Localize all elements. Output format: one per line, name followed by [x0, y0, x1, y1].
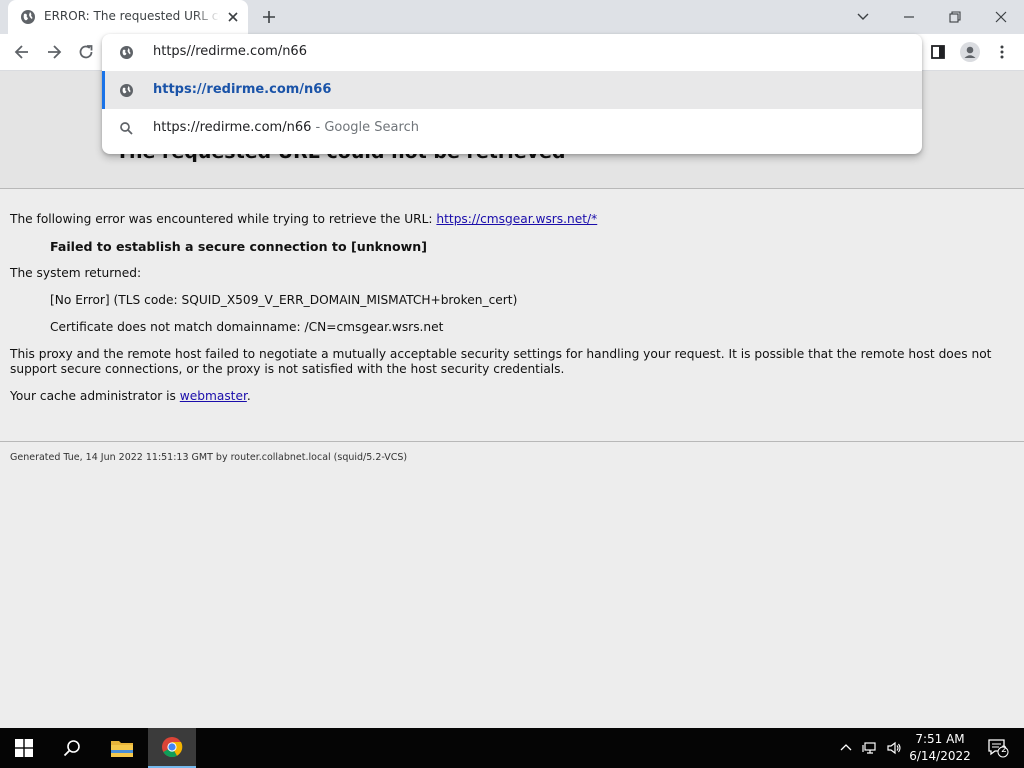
cache-admin-suffix: . — [246, 389, 251, 403]
close-icon — [995, 11, 1007, 23]
browser-tab[interactable]: ERROR: The requested URL could not be re… — [8, 0, 248, 34]
search-icon — [63, 740, 80, 757]
chevron-up-icon[interactable] — [838, 740, 854, 756]
clock-time: 7:51 AM — [915, 732, 965, 746]
suggestion-search-text: https://redirme.com/n66 - Google Search — [153, 120, 419, 135]
globe-icon — [21, 10, 35, 24]
webmaster-link[interactable]: webmaster — [180, 389, 247, 403]
footer-divider — [0, 441, 1024, 442]
error-url-link[interactable]: https://cmsgear.wsrs.net/* — [436, 212, 597, 226]
side-panel-icon — [931, 45, 945, 59]
system-returned-label: The system returned: — [10, 266, 142, 280]
error-title: Failed to establish a secure connection … — [50, 239, 428, 254]
address-text[interactable]: https//redirme.com/n66 — [153, 44, 307, 59]
forward-arrow-icon — [48, 45, 62, 59]
cert-error-text: Certificate does not match domainname: /… — [50, 320, 444, 334]
profile-button[interactable] — [958, 40, 982, 64]
minimize-icon — [904, 16, 914, 18]
chrome-taskbar-button[interactable] — [148, 728, 196, 768]
tab-search-button[interactable] — [840, 0, 886, 34]
reload-icon — [79, 45, 93, 59]
start-button[interactable] — [0, 728, 48, 768]
profile-avatar-icon — [960, 42, 980, 62]
menu-button[interactable] — [990, 40, 1014, 64]
globe-icon — [120, 84, 133, 97]
restore-button[interactable] — [932, 0, 978, 34]
taskbar: 7:51 AM 6/14/2022 2 — [0, 728, 1024, 768]
side-panel-button[interactable] — [926, 40, 950, 64]
chrome-icon — [162, 737, 183, 758]
forward-button[interactable] — [42, 40, 66, 64]
restore-icon — [949, 11, 961, 23]
selection-indicator — [102, 71, 105, 109]
tab-title: ERROR: The requested URL could not be re… — [44, 9, 220, 23]
tls-error-text: [No Error] (TLS code: SQUID_X509_V_ERR_D… — [50, 293, 518, 307]
volume-icon[interactable] — [886, 740, 902, 756]
notifications-button[interactable]: 2 — [978, 728, 1018, 768]
new-tab-icon[interactable] — [259, 7, 279, 27]
tab-strip: ERROR: The requested URL could not be re… — [0, 0, 1024, 34]
suggestion-search-desc: - Google Search — [311, 120, 419, 135]
error-intro-text: The following error was encountered whil… — [10, 212, 437, 226]
search-icon — [120, 122, 133, 135]
network-icon[interactable] — [862, 740, 878, 756]
cache-admin-line: Your cache administrator is webmaster. — [10, 389, 251, 404]
suggestion-url-text: https://redirme.com/n66 — [153, 82, 332, 97]
suggestion-url[interactable]: https://redirme.com/n66 — [102, 71, 922, 109]
suggestion-search-query: https://redirme.com/n66 — [153, 120, 312, 135]
folder-icon — [111, 741, 133, 757]
notification-count: 2 — [1001, 745, 1007, 755]
error-intro: The following error was encountered whil… — [10, 212, 597, 227]
more-vert-icon — [1000, 45, 1004, 59]
minimize-button[interactable] — [886, 0, 932, 34]
back-button[interactable] — [10, 40, 34, 64]
suggestion-search[interactable]: https://redirme.com/n66 - Google Search — [102, 109, 922, 147]
close-window-button[interactable] — [978, 0, 1024, 34]
page-content: The requested URL could not be retrieved… — [0, 71, 1024, 728]
error-explanation: This proxy and the remote host failed to… — [10, 347, 992, 376]
globe-icon — [120, 46, 133, 59]
cache-admin-prefix: Your cache administrator is — [10, 389, 180, 403]
windows-logo-icon — [15, 739, 33, 757]
system-clock[interactable]: 7:51 AM 6/14/2022 — [908, 731, 972, 765]
address-bar[interactable]: https//redirme.com/n66 — [102, 34, 922, 71]
tab-close-icon[interactable] — [224, 8, 242, 26]
file-explorer-button[interactable] — [98, 728, 146, 768]
back-arrow-icon — [14, 45, 28, 59]
omnibox-dropdown: https//redirme.com/n66 https://redirme.c… — [102, 34, 922, 154]
reload-button[interactable] — [74, 40, 98, 64]
taskbar-search-button[interactable] — [48, 728, 96, 768]
clock-date: 6/14/2022 — [909, 749, 971, 763]
chevron-down-icon — [857, 13, 869, 20]
page-footer: Generated Tue, 14 Jun 2022 11:51:13 GMT … — [10, 452, 408, 463]
